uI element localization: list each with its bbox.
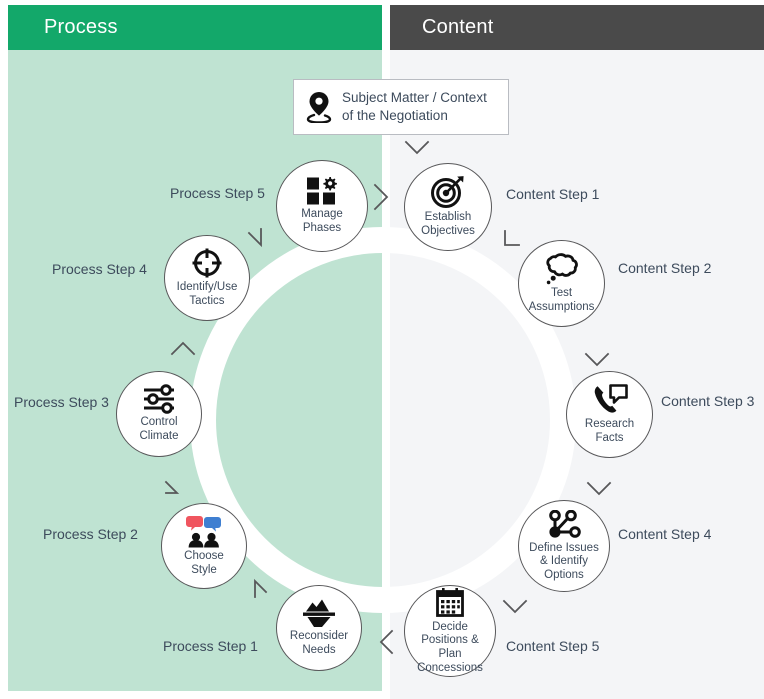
- node-label: Test Assumptions: [528, 286, 595, 313]
- calendar-icon: [434, 587, 466, 619]
- caption-content-step-3: Content Step 3: [661, 393, 755, 409]
- node-research-facts[interactable]: Research Facts: [566, 371, 653, 458]
- caption-content-step-5: Content Step 5: [506, 638, 600, 654]
- node-identify-use-tactics[interactable]: Identify/Use Tactics: [164, 235, 250, 321]
- location-pin-icon: [304, 90, 334, 124]
- caption-process-step-3: Process Step 3: [14, 394, 109, 410]
- crosshair-icon: [191, 247, 223, 279]
- node-label: Choose Style: [184, 550, 224, 576]
- negotiation-process-diagram: Process Content Subject Matter / Context…: [0, 0, 764, 699]
- node-control-climate[interactable]: Control Climate: [116, 371, 202, 457]
- subject-matter-label: Subject Matter / Context of the Negotiat…: [342, 89, 487, 123]
- node-reconsider-needs[interactable]: Reconsider Needs: [276, 585, 362, 671]
- subject-matter-box: Subject Matter / Context of the Negotiat…: [293, 79, 509, 135]
- phone-chat-icon: [592, 384, 628, 416]
- process-panel-title: Process: [44, 16, 118, 38]
- process-panel-header: Process: [8, 5, 382, 50]
- node-decide-positions[interactable]: Decide Positions & Plan Concessions: [404, 585, 496, 677]
- caption-content-step-1: Content Step 1: [506, 186, 600, 202]
- caption-process-step-5: Process Step 5: [170, 185, 265, 201]
- node-label: Research Facts: [584, 417, 635, 444]
- content-panel-header: Content: [390, 5, 764, 50]
- node-establish-objectives[interactable]: Establish Objectives: [404, 163, 492, 251]
- iceberg-icon: [300, 598, 338, 628]
- caption-process-step-2: Process Step 2: [43, 526, 138, 542]
- caption-content-step-4: Content Step 4: [618, 526, 712, 542]
- thought-cloud-icon: [544, 253, 580, 285]
- node-label: Establish Objectives: [421, 211, 475, 237]
- node-network-icon: [545, 509, 583, 540]
- grid-gear-icon: [305, 176, 339, 206]
- target-dart-icon: [431, 175, 465, 209]
- caption-content-step-2: Content Step 2: [618, 260, 712, 276]
- node-manage-phases[interactable]: Manage Phases: [276, 160, 368, 252]
- caption-process-step-1: Process Step 1: [163, 638, 258, 654]
- node-label: Control Climate: [139, 416, 179, 442]
- node-define-issues[interactable]: Define Issues & Identify Options: [518, 500, 610, 592]
- node-label: Decide Positions & Plan Concessions: [417, 620, 483, 674]
- node-label: Define Issues & Identify Options: [529, 541, 599, 581]
- people-speech-bubbles-icon: [185, 514, 223, 548]
- node-label: Manage Phases: [301, 208, 343, 234]
- node-choose-style[interactable]: Choose Style: [161, 503, 247, 589]
- node-label: Identify/Use Tactics: [176, 281, 238, 307]
- node-test-assumptions[interactable]: Test Assumptions: [518, 240, 605, 327]
- caption-process-step-4: Process Step 4: [52, 261, 147, 277]
- node-label: Reconsider Needs: [289, 630, 349, 656]
- content-panel-title: Content: [422, 16, 494, 38]
- sliders-icon: [142, 384, 176, 415]
